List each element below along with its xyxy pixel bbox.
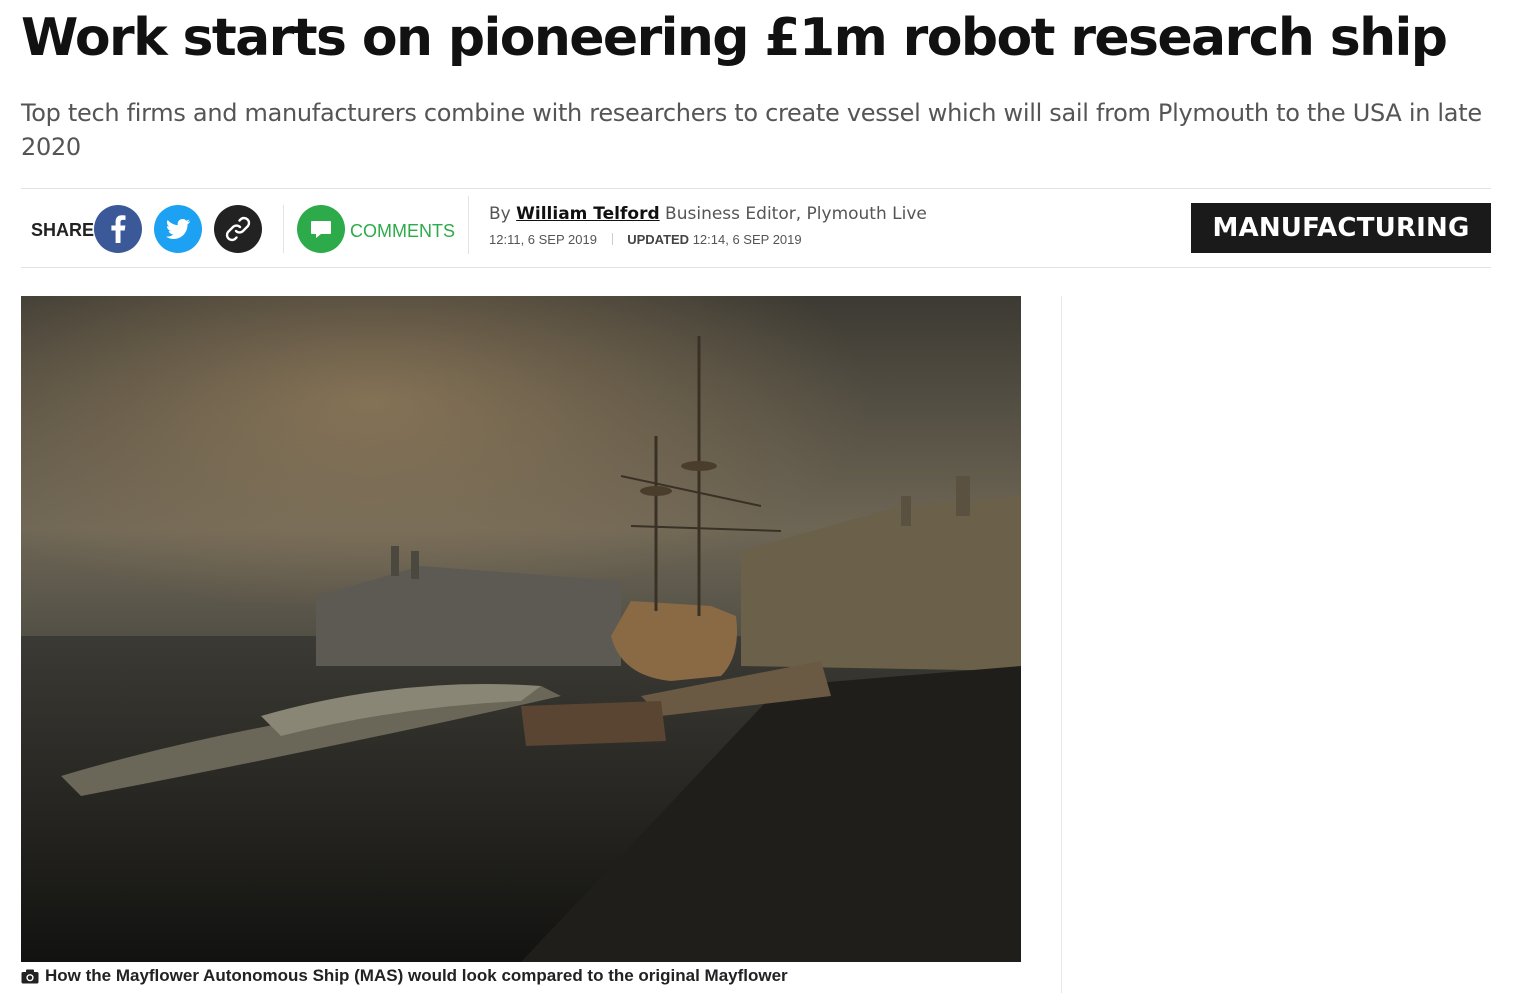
link-icon <box>225 216 251 242</box>
divider <box>468 196 469 254</box>
twitter-icon <box>166 218 190 239</box>
sidebar-divider <box>1061 296 1062 993</box>
share-label: SHARE <box>31 220 95 240</box>
speech-bubble-icon <box>311 221 331 238</box>
caption-text: How the Mayflower Autonomous Ship (MAS) … <box>45 966 788 985</box>
camera-icon <box>21 969 39 983</box>
article-standfirst: Top tech firms and manufacturers combine… <box>21 99 1482 161</box>
comments-button[interactable] <box>297 205 345 253</box>
date-separator <box>611 233 613 245</box>
updated-label: UPDATED <box>627 232 690 247</box>
author-link[interactable]: William Telford <box>516 204 660 224</box>
updated-time: 12:14, 6 SEP 2019 <box>692 232 802 247</box>
divider <box>21 267 1491 268</box>
article-dates: 12:11, 6 SEP 2019 UPDATED 12:14, 6 SEP 2… <box>489 232 802 247</box>
byline: By William Telford Business Editor, Plym… <box>489 204 927 224</box>
comments-link[interactable]: COMMENTS <box>350 221 455 242</box>
facebook-icon <box>111 215 126 243</box>
image-caption: How the Mayflower Autonomous Ship (MAS) … <box>21 966 788 986</box>
twitter-share-button[interactable] <box>154 205 202 253</box>
byline-prefix: By <box>489 204 511 224</box>
divider <box>283 205 284 253</box>
copy-link-button[interactable] <box>214 205 262 253</box>
facebook-share-button[interactable] <box>94 205 142 253</box>
published-time: 12:11, 6 SEP 2019 <box>489 232 597 247</box>
author-role: Business Editor, Plymouth Live <box>665 204 927 224</box>
category-tag[interactable]: MANUFACTURING <box>1191 203 1491 253</box>
article-hero-image[interactable] <box>21 296 1021 962</box>
article-headline: Work starts on pioneering £1m robot rese… <box>21 8 1448 68</box>
divider <box>21 188 1491 189</box>
